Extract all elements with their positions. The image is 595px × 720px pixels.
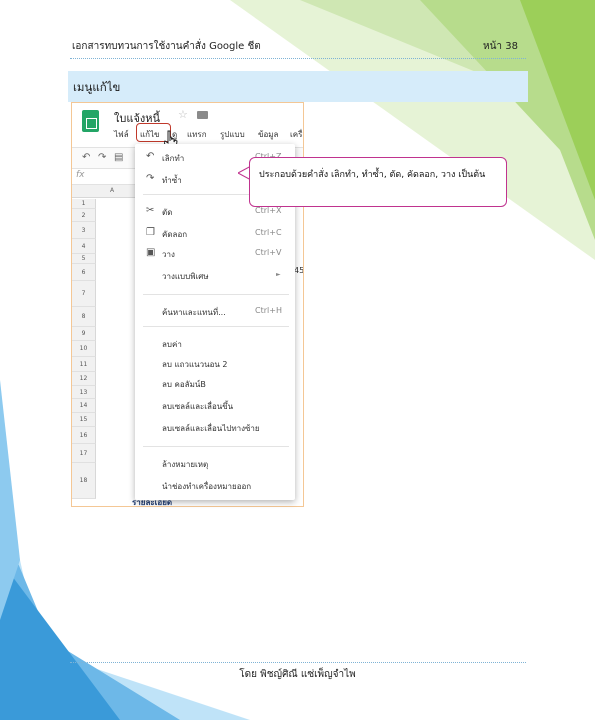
row-header[interactable]: 14: [72, 399, 96, 413]
edit-menu-item[interactable]: ▣ วาง Ctrl+V: [135, 244, 295, 264]
edit-menu-item-label: นำช่องทำเครื่องหมายออก: [162, 482, 252, 491]
undo-icon: ↶: [146, 151, 155, 162]
menu-insert[interactable]: แทรก: [187, 128, 207, 141]
row-header[interactable]: 16: [72, 427, 96, 444]
edit-menu-item-label: ตัด: [162, 208, 173, 217]
edit-menu-item-shortcut: Ctrl+V: [255, 248, 282, 257]
footer-author: โดย พิชญ์ศิณี แซ่เพ็ญจำไพ: [239, 669, 356, 680]
edit-menu-item-label: ล้างหมายเหตุ: [162, 460, 209, 469]
row-header[interactable]: 4: [72, 239, 96, 254]
row-header[interactable]: 1: [72, 199, 96, 209]
folder-icon[interactable]: [197, 111, 208, 119]
edit-menu-item-label: ลบเซลล์และเลื่อนขึ้น: [162, 402, 234, 411]
callout-box: ประกอบด้วยคำสั่ง เลิกทำ, ทำซ้ำ, ตัด, คัด…: [249, 157, 507, 207]
edit-menu-item-label: วางแบบพิเศษ: [162, 272, 209, 281]
sheet-cell-value[interactable]: 45: [294, 266, 303, 275]
redo-icon: ↷: [146, 173, 155, 184]
menu-file[interactable]: ไฟล์: [114, 128, 129, 141]
menu-format[interactable]: รูปแบบ: [220, 128, 245, 141]
edit-menu-item[interactable]: ลบเซลล์และเลื่อนขึ้น: [135, 396, 295, 416]
row-header[interactable]: 12: [72, 372, 96, 386]
menubar: ไฟล์ แก้ไข ดู แทรก รูปแบบ ข้อมูล เครื่อง: [72, 128, 303, 144]
section-heading-bar: เมนูแก้ไข: [68, 71, 528, 102]
app-bar: ใบแจ้งหนี้ ☆ ไฟล์ แก้ไข ดู แทรก รูปแบบ ข…: [72, 103, 303, 147]
row-header[interactable]: 2: [72, 209, 96, 222]
edit-menu-item-shortcut: Ctrl+X: [255, 206, 282, 215]
star-icon[interactable]: ☆: [178, 108, 188, 121]
edit-menu-item[interactable]: ❐ คัดลอก Ctrl+C: [135, 224, 295, 244]
row-header[interactable]: 5: [72, 254, 96, 264]
row-header[interactable]: 17: [72, 444, 96, 463]
edit-menu-item-label: ค้นหาและแทนที่...: [162, 308, 226, 317]
edit-menu-item[interactable]: วางแบบพิเศษ ►: [135, 266, 295, 286]
edit-menu-item-label: ลบค่า: [162, 340, 182, 349]
fx-label: fx: [76, 170, 85, 180]
edit-menu-item-label: คัดลอก: [162, 230, 188, 239]
submenu-arrow-icon: ►: [276, 271, 281, 278]
row-header[interactable]: 11: [72, 357, 96, 372]
menu-separator: [143, 294, 289, 295]
row-header[interactable]: 13: [72, 386, 96, 399]
paste-icon: ▣: [146, 247, 156, 258]
row-header[interactable]: 3: [72, 222, 96, 239]
section-title: เมนูแก้ไข: [73, 80, 121, 94]
edit-menu-item[interactable]: ลบค่า: [135, 334, 295, 354]
edit-menu-item-label: ลบ แถวแนวนอน 2: [162, 360, 228, 369]
edit-menu-item-shortcut: Ctrl+C: [255, 228, 282, 237]
edit-menu-item-label: เลิกทำ: [162, 154, 185, 163]
callout-text: ประกอบด้วยคำสั่ง เลิกทำ, ทำซ้ำ, ตัด, คัด…: [259, 170, 486, 180]
redo-icon[interactable]: ↷: [98, 152, 106, 163]
edit-menu-item[interactable]: นำช่องทำเครื่องหมายออก: [135, 476, 295, 496]
edit-menu-item[interactable]: ลบ คอลัมน์B: [135, 374, 295, 394]
edit-menu-item-shortcut: Ctrl+H: [255, 306, 282, 315]
menu-tools[interactable]: เครื่อง: [290, 128, 303, 141]
edit-menu-item-label: ทำซ้ำ: [162, 176, 182, 185]
header-title: เอกสารทบทวนการใช้งานคำสั่ง Google ชีต: [72, 41, 261, 52]
row-header[interactable]: 6: [72, 264, 96, 281]
menu-separator: [143, 446, 289, 447]
edit-menu-item[interactable]: ค้นหาและแทนที่... Ctrl+H: [135, 302, 295, 322]
edit-menu-item[interactable]: ลบเซลล์และเลื่อนไปทางซ้าย: [135, 418, 295, 438]
menu-data[interactable]: ข้อมูล: [258, 128, 278, 141]
edit-menu-item[interactable]: ล้างหมายเหตุ: [135, 454, 295, 474]
page-number: หน้า 38: [483, 41, 518, 52]
header-divider: [70, 58, 526, 59]
print-icon[interactable]: ▤: [114, 152, 123, 163]
row-header[interactable]: 18: [72, 463, 96, 499]
menu-separator: [143, 326, 289, 327]
row-header[interactable]: 7: [72, 281, 96, 307]
row-header[interactable]: 8: [72, 307, 96, 327]
edit-menu-item-label: ลบ คอลัมน์B: [162, 380, 206, 389]
row-header[interactable]: 10: [72, 341, 96, 357]
edit-menu-item-label: ลบเซลล์และเลื่อนไปทางซ้าย: [162, 424, 260, 433]
row-header[interactable]: 9: [72, 327, 96, 341]
undo-icon[interactable]: ↶: [82, 152, 90, 163]
edit-menu-item[interactable]: ลบ แถวแนวนอน 2: [135, 354, 295, 374]
column-header-a[interactable]: A: [110, 187, 114, 194]
edit-menu-item-label: วาง: [162, 250, 175, 259]
copy-icon: ❐: [146, 227, 155, 238]
row-header[interactable]: 15: [72, 413, 96, 427]
footer-divider: [70, 662, 526, 663]
cut-icon: ✂: [146, 205, 155, 216]
